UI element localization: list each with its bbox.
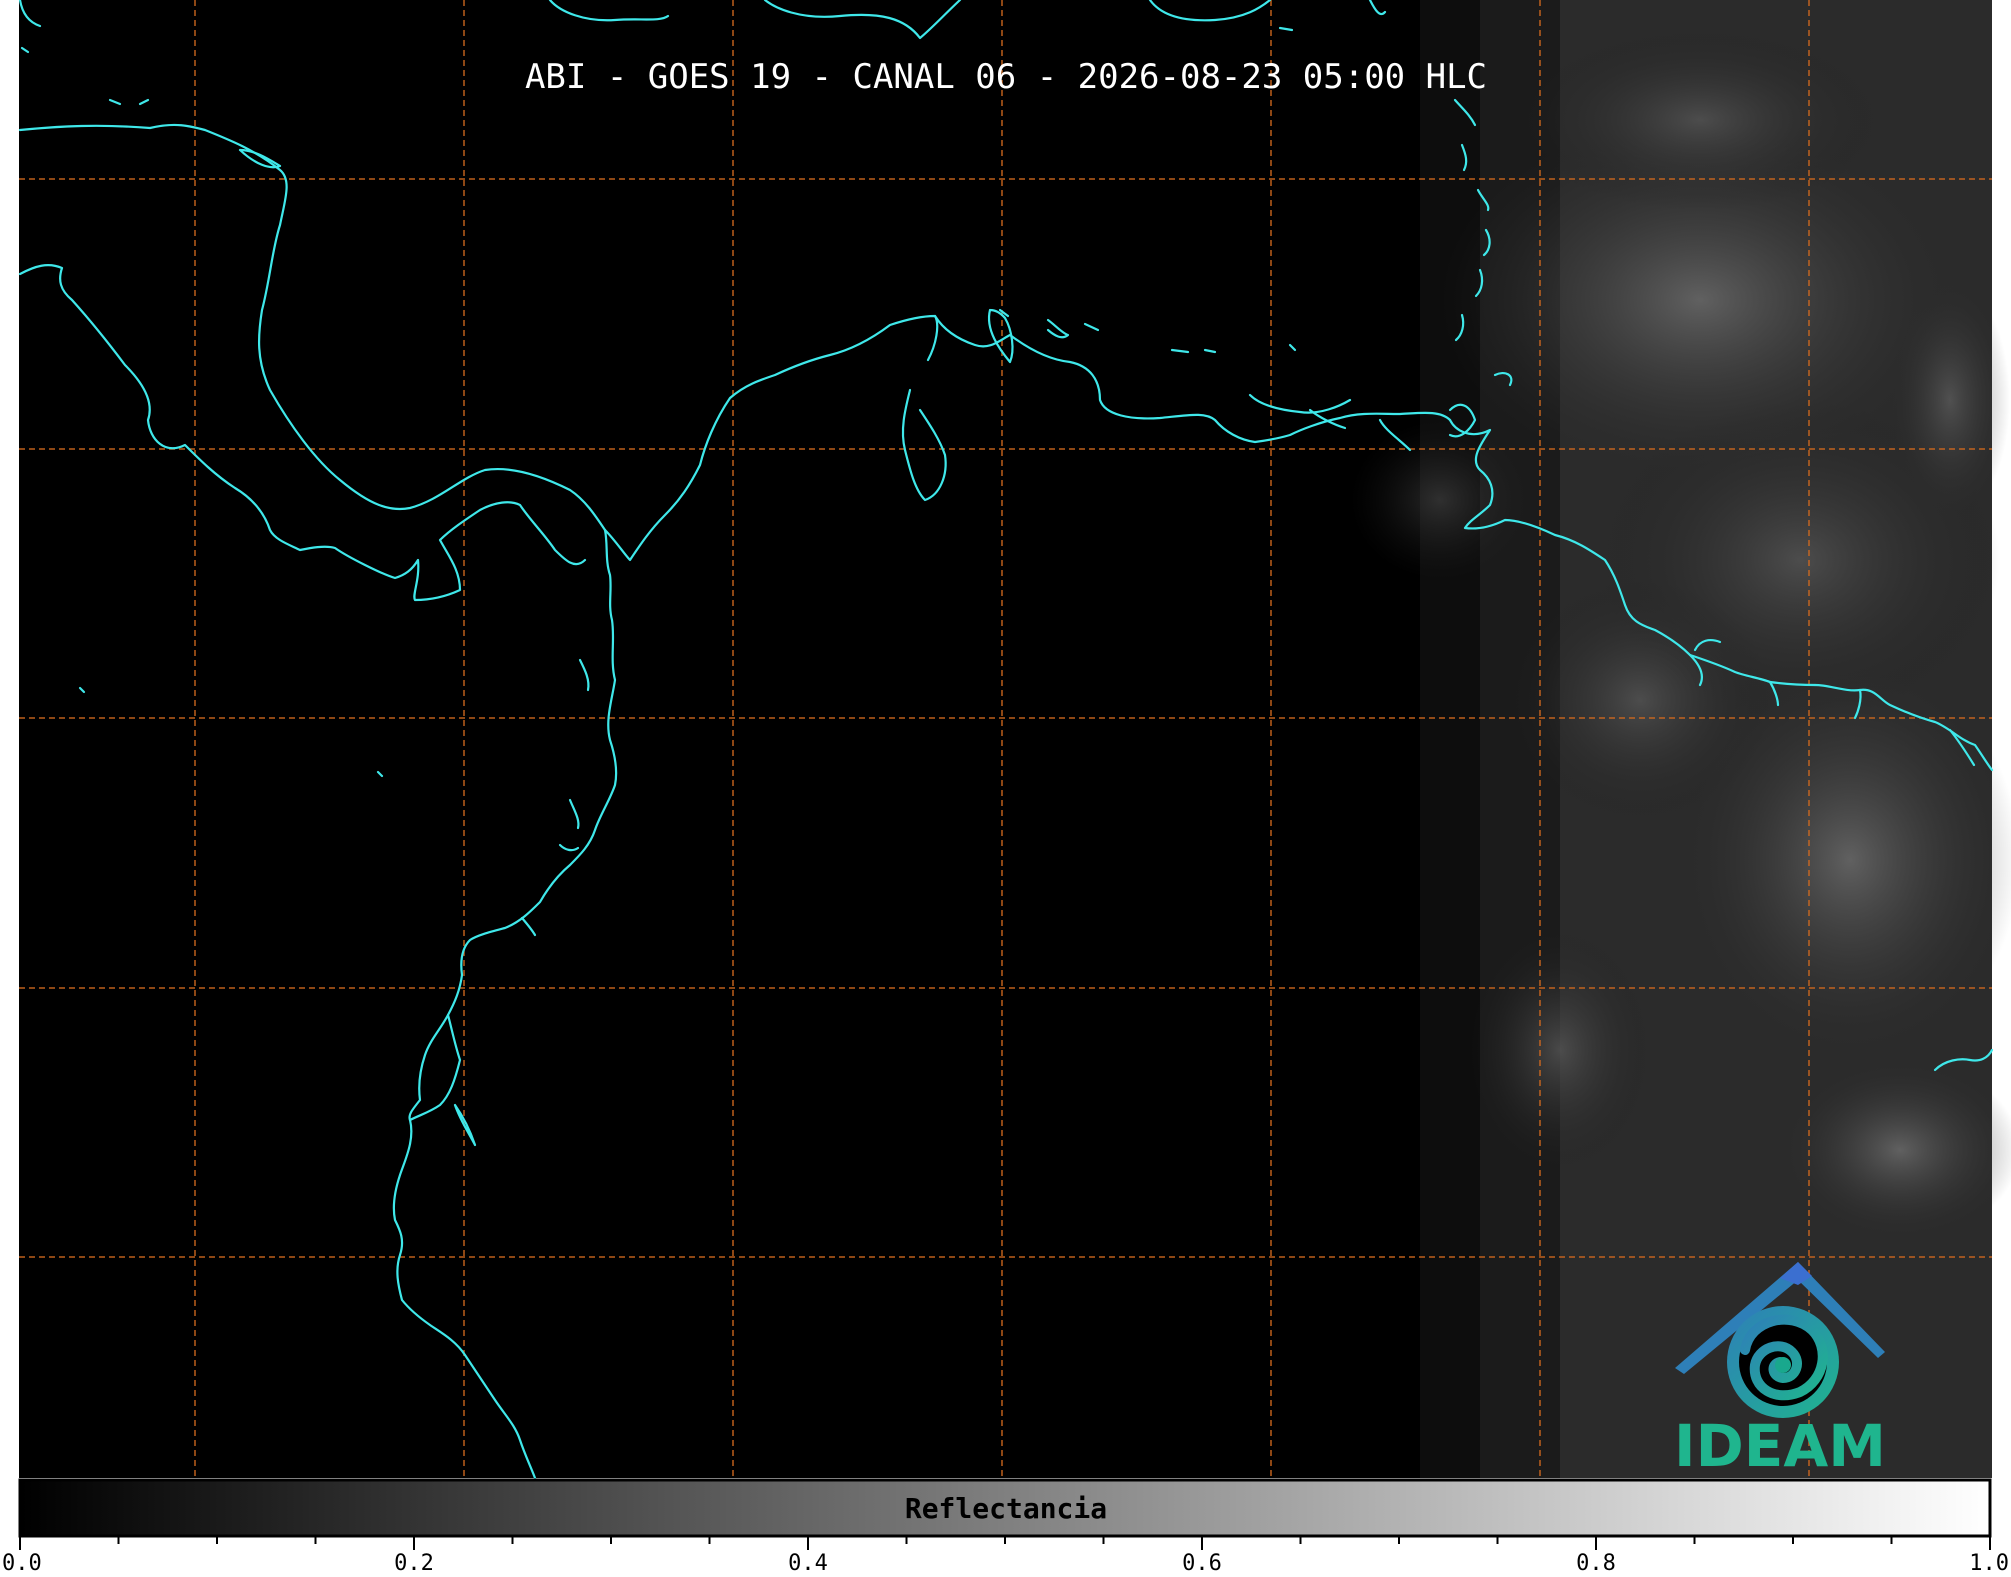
colorbar-tick-label: 1.0 [1969, 1551, 2009, 1576]
colorbar-tick-label: 0.0 [2, 1551, 42, 1576]
colorbar-tick-label: 0.8 [1576, 1551, 1616, 1576]
colorbar-label: Reflectancia [905, 1492, 1107, 1525]
colorbar-tick-label: 0.2 [394, 1551, 434, 1576]
colorbar-tick-label: 0.4 [788, 1551, 828, 1576]
logo-swirl [1727, 1306, 1839, 1418]
satellite-map: ABI - GOES 19 - CANAL 06 - 2026-08-23 05… [2, 0, 2011, 1576]
colorbar: Reflectancia 0.0 0.2 0.4 0.6 0.8 1.0 [2, 1478, 2009, 1576]
logo-text: IDEAM [1674, 1412, 1886, 1480]
colorbar-ticks: 0.0 0.2 0.4 0.6 0.8 1.0 [2, 1536, 2009, 1576]
map-title: ABI - GOES 19 - CANAL 06 - 2026-08-23 05… [525, 57, 1487, 97]
colorbar-tick-label: 0.6 [1182, 1551, 1222, 1576]
